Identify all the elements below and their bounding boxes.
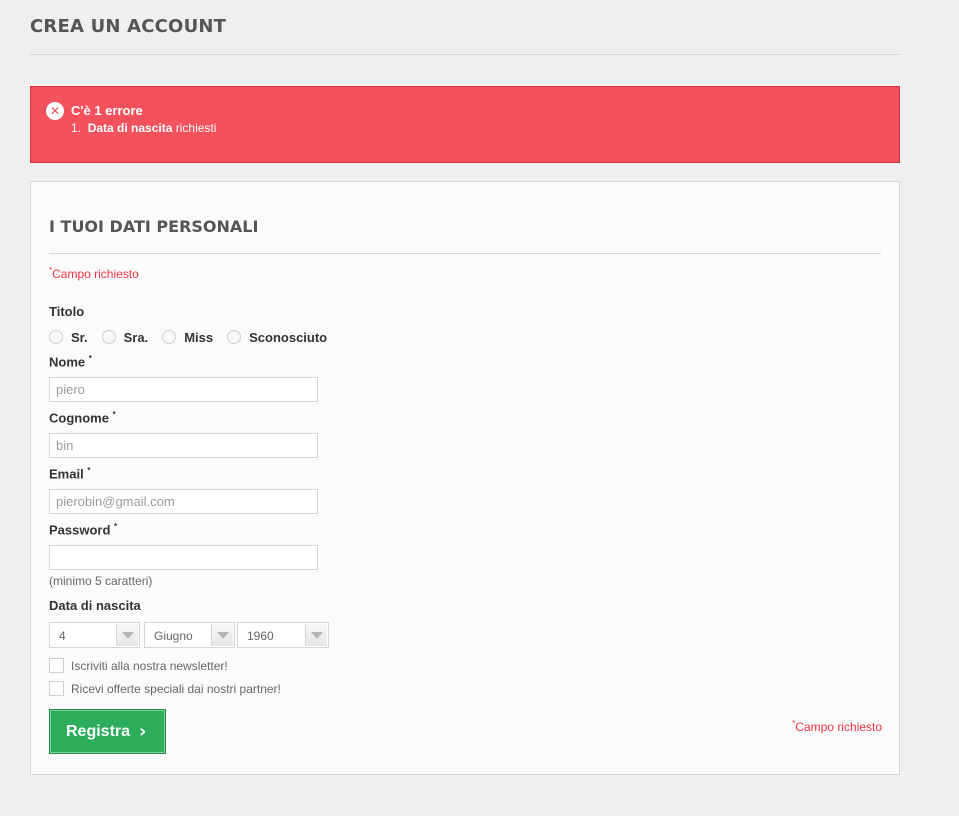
register-button-label: Registra [66, 722, 131, 740]
radio-label: Miss [184, 329, 214, 345]
chevron-down-icon[interactable] [305, 624, 327, 646]
personal-info-form: I TUOI DATI PERSONALI *Campo richiesto T… [30, 181, 900, 775]
password-label: Password * [49, 522, 117, 537]
error-item-message: richiesti [175, 121, 217, 135]
chevron-down-icon[interactable] [116, 624, 138, 646]
error-list: 1. Data di nascita richiesti [71, 121, 216, 135]
required-mark: * [112, 410, 116, 419]
password-hint: (minimo 5 caratteri) [49, 574, 153, 588]
first-name-label: Nome * [49, 354, 92, 369]
section-divider [49, 253, 881, 254]
required-mark: * [87, 466, 91, 475]
last-name-input[interactable] [49, 433, 318, 458]
chevron-down-icon[interactable] [211, 624, 233, 646]
radio-miss[interactable]: Miss [162, 330, 213, 345]
birth-day-select[interactable]: 4 [49, 622, 140, 648]
required-note-text: Campo richiesto [52, 267, 139, 281]
offers-label: Ricevi offerte speciali dai nostri partn… [71, 681, 281, 696]
radio-button[interactable] [49, 330, 63, 344]
password-input[interactable] [49, 545, 318, 570]
required-note-text: Campo richiesto [795, 720, 882, 734]
birth-month-select[interactable]: Giugno [144, 622, 235, 648]
offers-option[interactable]: Ricevi offerte speciali dai nostri partn… [49, 681, 281, 696]
title-divider [30, 54, 900, 55]
required-note: *Campo richiesto [49, 266, 139, 281]
required-mark: * [114, 522, 118, 531]
radio-button[interactable] [162, 330, 177, 344]
newsletter-label: Iscriviti alla nostra newsletter! [71, 658, 228, 673]
chevron-right-icon: › [139, 721, 147, 742]
close-circle-icon: ✕ [46, 102, 64, 120]
error-item-index: 1. [71, 121, 82, 135]
radio-label: Sconosciuto [249, 329, 328, 345]
birth-year-value: 1960 [247, 629, 274, 643]
email-label: Email * [49, 466, 90, 481]
first-name-label-text: Nome [49, 354, 86, 370]
page-title: CREA UN ACCOUNT [30, 16, 227, 37]
birth-month-value: Giugno [154, 629, 193, 643]
email-input[interactable] [49, 489, 318, 514]
radio-sconosciuto[interactable]: Sconosciuto [227, 330, 327, 345]
newsletter-checkbox[interactable] [49, 658, 64, 673]
error-item-field: Data di nascita [87, 121, 173, 135]
radio-sra[interactable]: Sra. [101, 329, 149, 345]
section-title: I TUOI DATI PERSONALI [49, 217, 259, 236]
error-heading: C'è 1 errore [71, 103, 143, 118]
radio-button[interactable] [101, 330, 116, 344]
title-label: Titolo [49, 304, 85, 319]
first-name-input[interactable] [49, 377, 318, 402]
birthdate-label: Data di nascita [49, 598, 141, 613]
required-mark: * [88, 354, 92, 363]
last-name-label: Cognome * [49, 410, 116, 425]
email-label-text: Email [49, 466, 84, 482]
error-alert: ✕ C'è 1 errore 1. Data di nascita richie… [30, 86, 900, 163]
last-name-label-text: Cognome [49, 410, 109, 426]
offers-checkbox[interactable] [49, 681, 64, 696]
radio-label: Sra. [123, 329, 149, 345]
required-note-bottom: *Campo richiesto [792, 719, 882, 734]
title-radio-group: Sr. Sra. Miss Sconosciuto [49, 329, 341, 345]
radio-sr[interactable]: Sr. [49, 330, 88, 345]
radio-label: Sr. [71, 329, 88, 345]
birth-year-select[interactable]: 1960 [237, 622, 329, 648]
register-button[interactable]: Registra › [49, 709, 166, 754]
newsletter-option[interactable]: Iscriviti alla nostra newsletter! [49, 658, 228, 673]
password-label-text: Password [49, 522, 111, 538]
radio-button[interactable] [227, 330, 242, 344]
birth-day-value: 4 [59, 629, 66, 643]
